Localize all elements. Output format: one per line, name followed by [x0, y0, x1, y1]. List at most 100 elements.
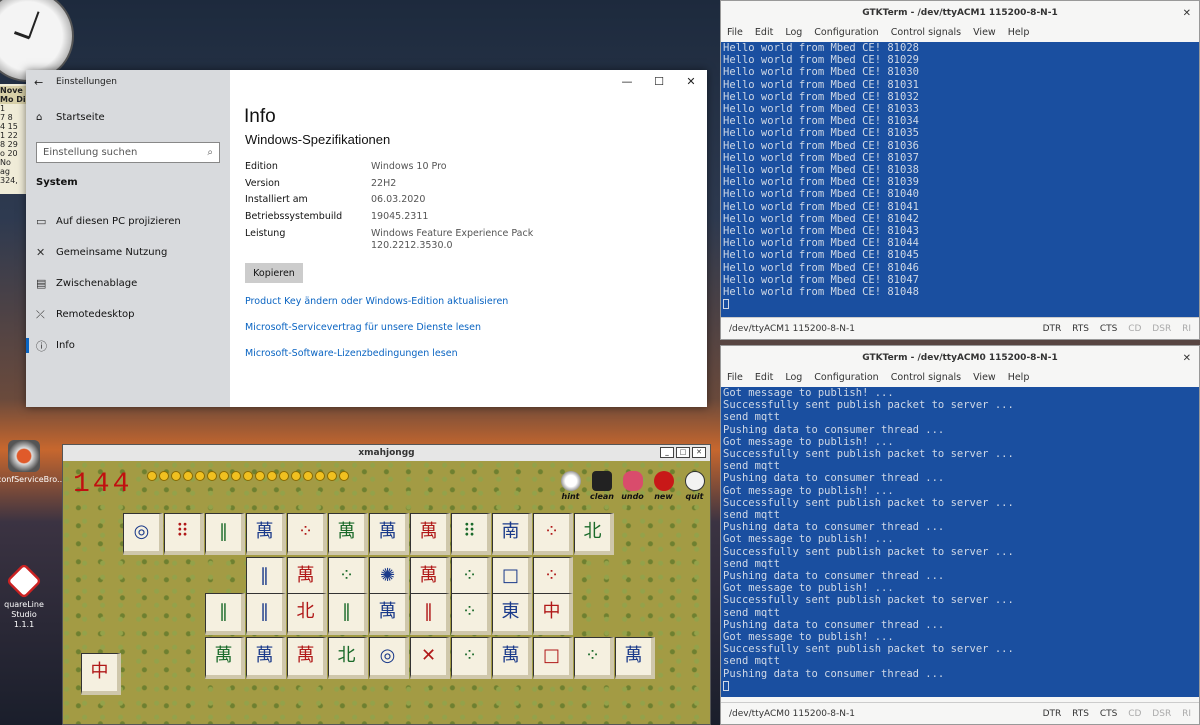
- sidebar-item-clipboard[interactable]: ▤ Zwischenablage: [26, 268, 230, 299]
- desktop-icon-squareline[interactable]: quareLine Studio 1.1.1: [0, 562, 56, 630]
- mahjong-tile[interactable]: 萬: [205, 637, 245, 679]
- link-product-key[interactable]: Product Key ändern oder Windows-Edition …: [245, 296, 508, 307]
- spec-key: Version: [245, 178, 280, 189]
- mahjong-tile[interactable]: ⠿: [164, 513, 204, 555]
- sidebar-item-project[interactable]: ▭ Auf diesen PC projizieren: [26, 206, 230, 237]
- coin-icon: [255, 471, 265, 481]
- menu-help[interactable]: Help: [1008, 372, 1030, 383]
- terminal-cursor: [723, 298, 1199, 310]
- mahjong-tile[interactable]: ‖: [246, 593, 286, 635]
- mahjong-tile[interactable]: 中: [81, 653, 121, 695]
- mahjong-tile[interactable]: 萬: [246, 637, 286, 679]
- gtkterm-titlebar: GTKTerm - /dev/ttyACM1 115200-8-N-1 ✕: [721, 1, 1199, 25]
- sidebar-item-remote[interactable]: ⤫ Remotedesktop: [26, 299, 230, 330]
- mahjong-tile[interactable]: 萬: [287, 637, 327, 679]
- mahjong-tile[interactable]: ⁘: [574, 637, 614, 679]
- close-icon[interactable]: ✕: [692, 447, 706, 458]
- terminal-line: send mqtt: [723, 557, 780, 570]
- terminal-line: Pushing data to consumer thread ...: [723, 521, 945, 534]
- mahjong-tile[interactable]: ⁘: [533, 513, 573, 555]
- mahjong-tile[interactable]: 東: [492, 593, 532, 635]
- terminal-output[interactable]: Hello world from Mbed CE! 81028 Hello wor…: [721, 42, 1199, 317]
- menu-configuration[interactable]: Configuration: [814, 27, 878, 38]
- mahjong-tile[interactable]: 萬: [369, 513, 409, 555]
- menu-edit[interactable]: Edit: [755, 372, 773, 383]
- terminal-line: Successfully sent publish packet to serv…: [723, 594, 1014, 607]
- menu-view[interactable]: View: [973, 372, 996, 383]
- terminal-line: Hello world from Mbed CE! 81042: [723, 212, 919, 225]
- sidebar-item-home[interactable]: ⌂ Startseite: [26, 104, 230, 130]
- signal-rts: RTS: [1072, 323, 1089, 334]
- coin-icon: [195, 471, 205, 481]
- menu-help[interactable]: Help: [1008, 27, 1030, 38]
- menu-control-signals[interactable]: Control signals: [891, 27, 961, 38]
- menu-file[interactable]: File: [727, 372, 743, 383]
- clean-button[interactable]: clean: [590, 471, 615, 501]
- spec-value-line2: 120.2212.3530.0: [371, 240, 453, 251]
- info-icon: ⓘ: [36, 339, 47, 353]
- mahjong-tile[interactable]: ⁘: [287, 513, 327, 555]
- window-controls: — ☐ ✕: [611, 70, 707, 94]
- mahjong-tile[interactable]: □: [533, 637, 573, 679]
- menu-log[interactable]: Log: [785, 27, 802, 38]
- settings-search-input[interactable]: Einstellung suchen ⌕: [36, 142, 220, 163]
- mahjong-tile[interactable]: ⠿: [451, 513, 491, 555]
- mahjong-tile[interactable]: 北: [574, 513, 614, 555]
- sidebar-item-info[interactable]: ⓘ Info: [26, 330, 230, 361]
- maximize-icon[interactable]: □: [676, 447, 690, 458]
- mahjong-tile[interactable]: ‖: [205, 593, 245, 635]
- mahjong-tile[interactable]: 萬: [328, 513, 368, 555]
- minimize-icon[interactable]: —: [611, 70, 643, 94]
- coin-icon: [267, 471, 277, 481]
- mahjong-tile[interactable]: 萬: [410, 513, 450, 555]
- close-icon[interactable]: ✕: [675, 70, 707, 94]
- menu-configuration[interactable]: Configuration: [814, 372, 878, 383]
- menu-log[interactable]: Log: [785, 372, 802, 383]
- search-placeholder: Einstellung suchen: [43, 147, 138, 158]
- mahjong-tile[interactable]: ◎: [123, 513, 163, 555]
- close-icon[interactable]: ✕: [1183, 8, 1191, 19]
- new-button[interactable]: new: [652, 471, 675, 501]
- minimize-icon[interactable]: _: [660, 447, 674, 458]
- close-icon[interactable]: ✕: [1183, 353, 1191, 364]
- menu-edit[interactable]: Edit: [755, 27, 773, 38]
- signal-cts: CTS: [1099, 323, 1118, 334]
- mahjong-tile[interactable]: ⁘: [451, 593, 491, 635]
- mahjong-tile[interactable]: 萬: [615, 637, 655, 679]
- mahjong-tile[interactable]: ✕: [410, 637, 450, 679]
- menu-file[interactable]: File: [727, 27, 743, 38]
- mahjong-tile[interactable]: 南: [492, 513, 532, 555]
- mahjong-tile[interactable]: 萬: [369, 593, 409, 635]
- sidebar-item-share[interactable]: ✕ Gemeinsame Nutzung: [26, 237, 230, 268]
- mahjongg-board: 144 hint clean undo new quit ◎ ⠿ ‖ 萬 ⁘ 萬…: [63, 461, 710, 724]
- mahjong-tile[interactable]: ‖: [328, 593, 368, 635]
- spec-value: 22H2: [371, 178, 397, 189]
- mahjong-tile[interactable]: 萬: [246, 513, 286, 555]
- mahjong-tile[interactable]: 中: [533, 593, 573, 635]
- link-license-terms[interactable]: Microsoft-Software-Lizenzbedingungen les…: [245, 348, 458, 359]
- mahjong-tile[interactable]: ‖: [205, 513, 245, 555]
- quit-button[interactable]: quit: [683, 471, 706, 501]
- menu-view[interactable]: View: [973, 27, 996, 38]
- signal-cts: CTS: [1099, 708, 1118, 719]
- tool-label: clean: [590, 492, 615, 501]
- hint-button[interactable]: hint: [559, 471, 582, 501]
- menu-control-signals[interactable]: Control signals: [891, 372, 961, 383]
- mahjong-tile[interactable]: 北: [287, 593, 327, 635]
- mahjong-tile[interactable]: ◎: [369, 637, 409, 679]
- terminal-line: Got message to publish! ...: [723, 387, 894, 399]
- mahjong-tile[interactable]: ⁘: [451, 637, 491, 679]
- mahjong-tile[interactable]: 萬: [492, 637, 532, 679]
- mahjong-tile[interactable]: 北: [328, 637, 368, 679]
- terminal-output[interactable]: Got message to publish! ... Successfully …: [721, 387, 1199, 697]
- coin-icon: [183, 471, 193, 481]
- undo-button[interactable]: undo: [621, 471, 644, 501]
- maximize-icon[interactable]: ☐: [643, 70, 675, 94]
- desktop-icon-service-browser[interactable]: econfServiceBro...: [0, 440, 65, 485]
- xmahjongg-titlebar: xmahjongg _ □ ✕: [63, 445, 710, 461]
- link-service-agreement[interactable]: Microsoft-Servicevertrag für unsere Dien…: [245, 322, 481, 333]
- terminal-line: Hello world from Mbed CE! 81044: [723, 237, 919, 250]
- mahjong-tile[interactable]: ‖: [410, 593, 450, 635]
- copy-button[interactable]: Kopieren: [245, 263, 303, 283]
- back-arrow-icon[interactable]: ←: [34, 76, 56, 89]
